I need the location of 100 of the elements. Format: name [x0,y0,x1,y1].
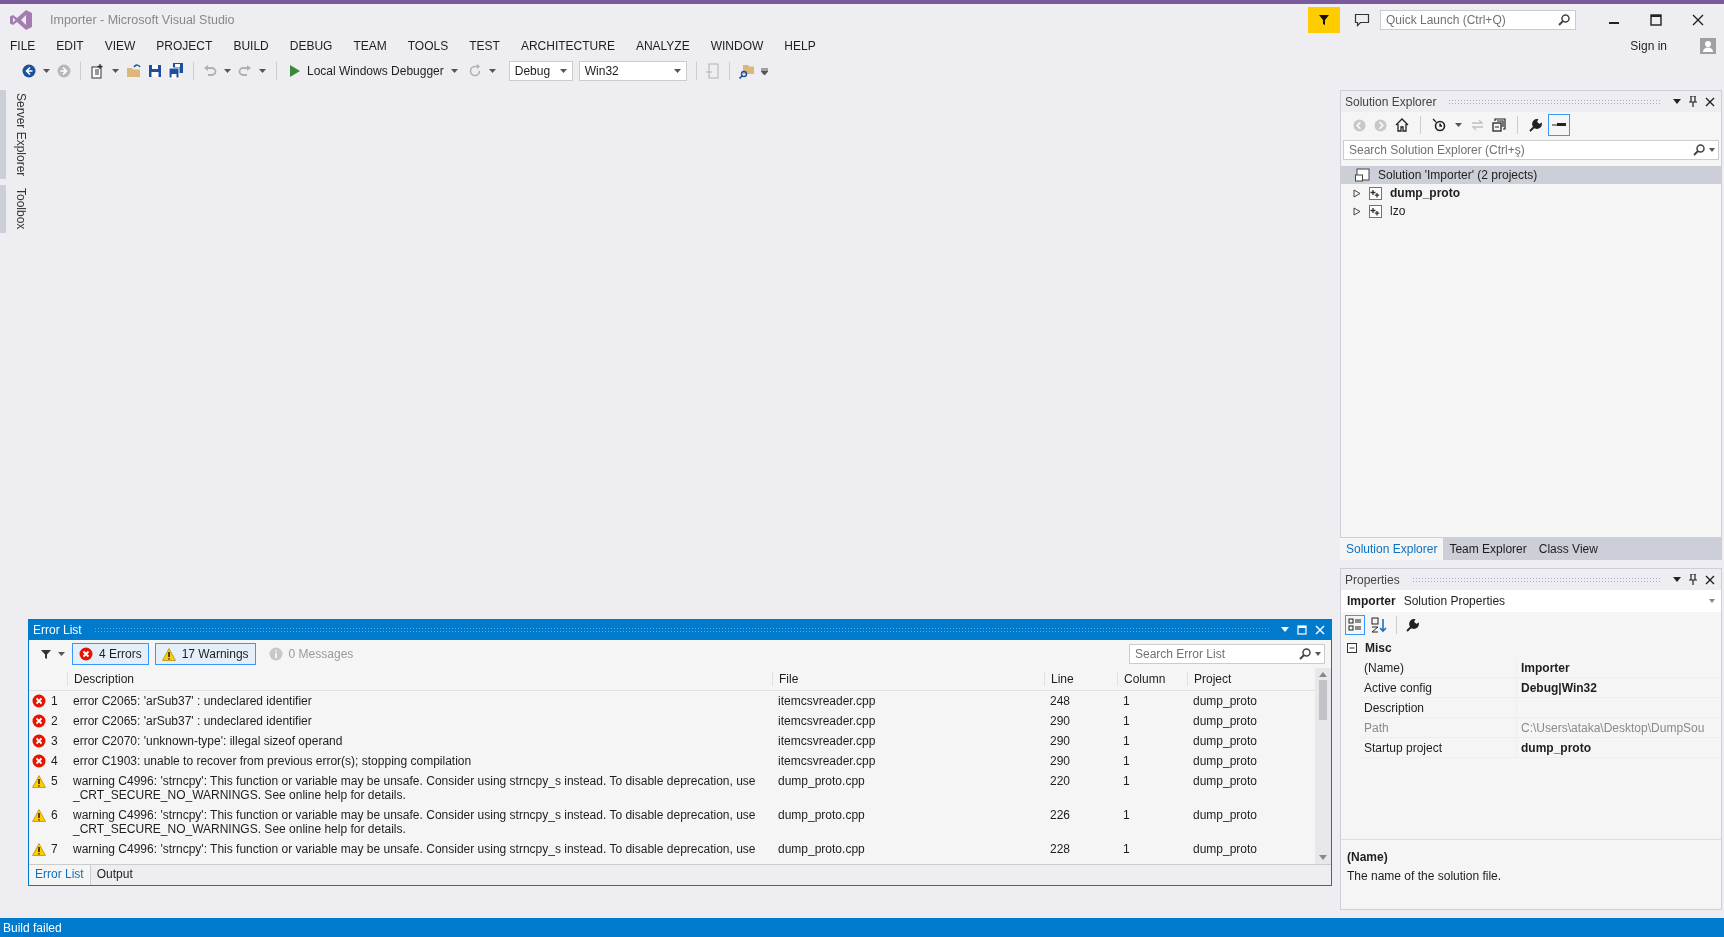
tree-item[interactable]: Solution 'Importer' (2 projects) [1341,166,1721,184]
filter-icon[interactable] [41,649,51,659]
caret-icon[interactable] [112,69,119,73]
property-value[interactable]: dump_proto [1517,740,1591,755]
column-header[interactable]: File [772,672,1044,686]
find-in-files-icon[interactable] [738,63,755,79]
menu-item[interactable]: BUILD [233,39,269,53]
menu-item[interactable]: HELP [784,39,816,53]
sort-alphabetical-icon[interactable] [1371,617,1387,633]
sign-in-link[interactable]: Sign in [1630,39,1667,53]
error-icon [32,694,46,708]
close-icon[interactable] [1692,14,1704,26]
scroll-down-icon[interactable] [1319,855,1327,860]
panel-tab[interactable]: Solution Explorer [1340,538,1444,560]
panel-tab[interactable]: Class View [1532,538,1604,560]
overflow-icon[interactable] [760,67,768,75]
info-icon [268,647,283,661]
save-all-icon[interactable] [168,63,184,79]
property-name[interactable]: Active config [1359,678,1517,697]
object-selector[interactable]: Importer Solution Properties [1341,590,1721,612]
property-name[interactable]: (Name) [1359,658,1517,677]
preview-toggle-icon[interactable] [1548,114,1570,136]
table-cell-text: dump_proto [1192,842,1259,856]
table-cell-text: 1 [1122,842,1131,856]
panel-tab[interactable]: Output [90,865,139,885]
menu-item[interactable]: DEBUG [289,39,333,53]
menu-item[interactable]: VIEW [104,39,136,53]
collapse-icon[interactable] [1347,643,1357,653]
table-cell-text: error C2065: 'arSub37' : undeclared identifier [72,714,313,728]
menu-item[interactable]: WINDOW [710,39,764,53]
scrollbar[interactable] [1315,668,1331,864]
categorized-icon[interactable] [1345,615,1365,635]
menu-item[interactable]: TOOLS [407,39,449,53]
collapse-all-icon[interactable] [1492,118,1506,132]
back-icon[interactable] [22,64,36,78]
caret-icon[interactable] [58,652,65,656]
close-icon[interactable] [1705,574,1715,585]
property-value[interactable]: Importer [1517,660,1570,675]
menu-item[interactable]: FILE [10,39,36,53]
caret-icon[interactable] [488,69,496,73]
home-icon[interactable] [1395,118,1409,132]
caret-icon[interactable] [43,69,50,73]
project-icon [1369,204,1382,218]
open-folder-icon[interactable] [126,64,142,78]
maximize-icon[interactable] [1650,14,1662,26]
table-cell-text: warning C4996: 'strncpy': This function or variable may be unsafe. Consider using strncpy_s instead. To disable deprecation, use [72,842,757,856]
column-header[interactable]: Column [1117,672,1187,686]
property-value[interactable]: Debug|Win32 [1517,680,1597,695]
configuration-dropdown[interactable]: Debug [508,61,573,81]
property-name[interactable]: Description [1359,698,1517,717]
filter-toggle[interactable]: 17 Warnings [154,643,256,665]
caret-icon[interactable] [224,69,231,73]
table-cell-text: 226 [1049,808,1072,822]
caret-icon[interactable] [1455,123,1462,127]
wrench-icon[interactable] [1406,618,1419,632]
search-field[interactable]: Search Solution Explorer (Ctrl+ş) [1343,140,1719,160]
side-tab[interactable]: Toolbox [0,185,28,233]
wrench-icon[interactable] [1529,118,1542,132]
table-cell-text: dump_proto [1192,754,1259,768]
speech-bubble-icon[interactable] [1354,13,1370,27]
search-field[interactable]: Search Error List [1129,644,1325,664]
filter-icon[interactable] [1308,7,1340,33]
warning-icon [32,774,46,788]
status-text: Build failed [3,920,62,935]
save-icon[interactable] [148,64,162,78]
menu-item[interactable]: ANALYZE [635,39,690,53]
table-cell-text: 1 [1122,754,1131,768]
panel-tab[interactable]: Team Explorer [1443,538,1533,560]
table-cell-text: 1 [1122,694,1131,708]
menu-item[interactable]: EDIT [56,39,84,53]
filter-toggle[interactable]: 4 Errors [72,643,149,665]
search-icon [1558,14,1570,26]
search-icon [1693,144,1705,156]
menu-item[interactable]: ARCHITECTURE [520,39,615,53]
history-icon[interactable] [1432,118,1446,132]
pin-icon[interactable] [1689,574,1697,585]
dropdown-icon[interactable] [1673,99,1681,104]
panel-tab[interactable]: Error List [29,865,91,885]
platform-dropdown[interactable]: Win32 [578,61,687,81]
row-number: 4 [51,754,58,768]
scroll-thumb[interactable] [1319,680,1327,720]
help-title: (Name) [1347,850,1389,864]
tree-item[interactable]: dump_proto [1341,184,1721,202]
new-project-icon[interactable] [90,63,105,79]
side-tab[interactable]: Server Explorer [0,90,28,180]
close-icon[interactable] [1705,96,1715,107]
menu-item[interactable]: TEAM [353,39,387,53]
column-header[interactable]: Line [1044,672,1117,686]
tree-item[interactable]: lzo [1341,202,1721,220]
run-debugger-button[interactable]: Local Windows Debugger [286,64,462,78]
column-header[interactable]: Description [67,672,772,686]
scroll-up-icon[interactable] [1319,672,1327,677]
dropdown-icon[interactable] [1673,577,1681,582]
user-avatar-icon[interactable] [1700,38,1716,54]
caret-icon[interactable] [259,69,266,73]
menu-item[interactable]: PROJECT [156,39,213,53]
property-name[interactable]: Startup project [1359,738,1517,757]
quick-launch-field[interactable]: Quick Launch (Ctrl+Q) [1380,10,1576,30]
pin-icon[interactable] [1689,96,1697,107]
menu-item[interactable]: TEST [469,39,500,53]
